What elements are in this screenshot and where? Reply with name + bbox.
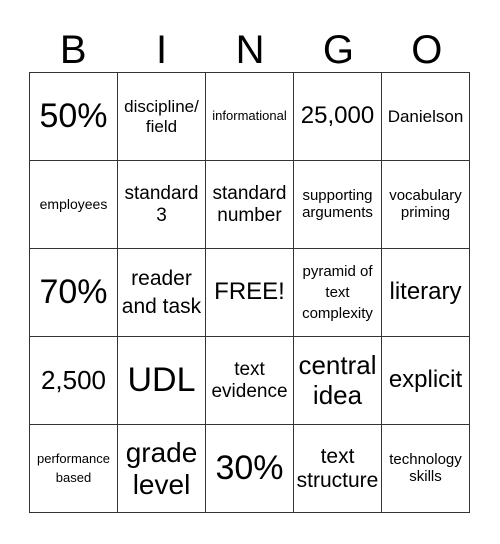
bingo-cell[interactable]: text evidence — [205, 336, 294, 425]
bingo-cell[interactable]: 70% — [29, 248, 118, 337]
bingo-row: employees standard 3 standard number sup… — [29, 160, 470, 249]
bingo-cell[interactable]: pyramid of text complexity — [293, 248, 382, 337]
bingo-card: 50% discipline/ field informational 25,0… — [29, 72, 470, 513]
bingo-cell[interactable]: standard 3 — [117, 160, 206, 249]
header-letter: N — [235, 28, 265, 72]
bingo-cell[interactable]: performance based — [29, 424, 118, 513]
bingo-row: performance based grade level 30% text s… — [29, 424, 470, 513]
bingo-cell[interactable]: 50% — [29, 72, 118, 161]
bingo-row: 50% discipline/ field informational 25,0… — [29, 72, 470, 161]
header-letter: O — [411, 28, 443, 72]
bingo-cell[interactable]: UDL — [117, 336, 206, 425]
bingo-cell: FREE! — [205, 248, 294, 337]
bingo-cell[interactable]: 2,500 — [29, 336, 118, 425]
bingo-cell[interactable]: informational — [205, 72, 294, 161]
header-letter: G — [322, 28, 354, 72]
bingo-cell[interactable]: technology skills — [381, 424, 470, 513]
bingo-cell[interactable]: standard number — [205, 160, 294, 249]
bingo-header: B I N G O — [29, 26, 471, 74]
bingo-cell[interactable]: Danielson — [381, 72, 470, 161]
bingo-cell[interactable]: 25,000 — [293, 72, 382, 161]
header-letter: I — [156, 28, 168, 72]
bingo-cell[interactable]: central idea — [293, 336, 382, 425]
bingo-cell[interactable]: employees — [29, 160, 118, 249]
bingo-cell[interactable]: literary — [381, 248, 470, 337]
bingo-cell[interactable]: grade level — [117, 424, 206, 513]
bingo-cell[interactable]: reader and task — [117, 248, 206, 337]
bingo-cell[interactable]: 30% — [205, 424, 294, 513]
header-letter: B — [59, 28, 87, 72]
bingo-row: 70% reader and task FREE! pyramid of tex… — [29, 248, 470, 337]
bingo-cell[interactable]: discipline/ field — [117, 72, 206, 161]
bingo-cell[interactable]: explicit — [381, 336, 470, 425]
bingo-cell[interactable]: vocabulary priming — [381, 160, 470, 249]
bingo-cell[interactable]: supporting arguments — [293, 160, 382, 249]
bingo-row: 2,500 UDL text evidence central idea exp… — [29, 336, 470, 425]
bingo-cell[interactable]: text structure — [293, 424, 382, 513]
